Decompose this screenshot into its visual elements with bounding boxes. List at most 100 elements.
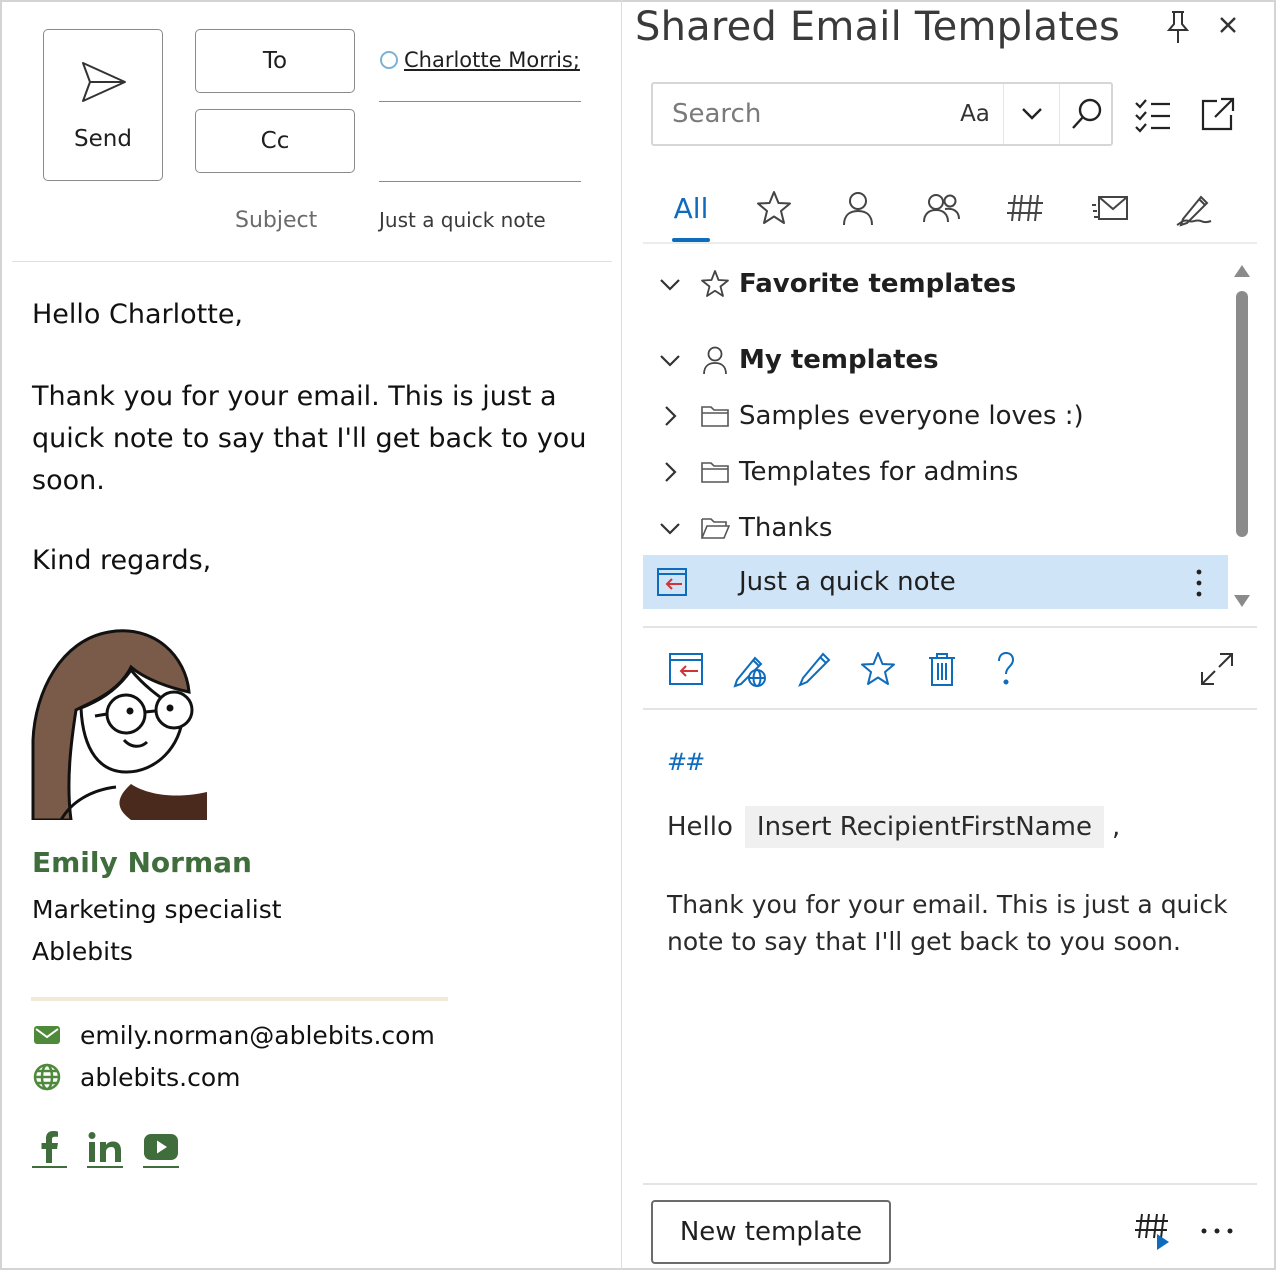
preview-hello: Hello — [667, 812, 733, 842]
signature-email-row[interactable]: emily.norman@ablebits.com — [32, 1020, 435, 1050]
signature-pen-icon — [1176, 195, 1212, 227]
search-button[interactable] — [1059, 84, 1113, 144]
send-icon — [82, 62, 126, 102]
preview-comma: , — [1111, 812, 1121, 842]
search-options-dropdown[interactable] — [1003, 84, 1059, 144]
avatar — [31, 626, 207, 820]
scroll-down-arrow-icon[interactable] — [1233, 594, 1251, 608]
templates-pane: Shared Email Templates Aa All — [623, 0, 1274, 1270]
globe-icon — [33, 1063, 61, 1091]
youtube-link[interactable] — [143, 1128, 179, 1168]
signature-company: Ablebits — [32, 937, 133, 966]
tree-my-templates-label: My templates — [739, 345, 939, 375]
signature-website[interactable]: ablebits.com — [80, 1063, 241, 1092]
tree-favorites-label: Favorite templates — [739, 269, 1017, 299]
close-icon[interactable] — [1217, 14, 1239, 36]
pane-title: Shared Email Templates — [635, 4, 1120, 50]
run-macro-icon[interactable] — [1133, 1210, 1173, 1250]
signature-email[interactable]: emily.norman@ablebits.com — [80, 1021, 435, 1050]
tree-scrollbar[interactable] — [1225, 258, 1259, 614]
to-field-underline — [379, 101, 581, 102]
folder-open-icon — [700, 518, 730, 539]
youtube-icon — [144, 1134, 178, 1160]
subject-field[interactable]: Just a quick note — [379, 208, 546, 232]
recipient-chip[interactable]: Charlotte Morris; — [380, 48, 580, 72]
person-icon — [843, 192, 873, 226]
chevron-right-icon — [665, 462, 677, 482]
header-divider — [12, 261, 612, 262]
body-greeting[interactable]: Hello Charlotte, — [32, 294, 243, 336]
template-tree: Favorite templates My templates Samples … — [643, 254, 1228, 614]
scroll-up-arrow-icon[interactable] — [1233, 264, 1251, 278]
match-case-toggle[interactable]: Aa — [947, 84, 1003, 144]
tree-folder-admins-label: Templates for admins — [739, 457, 1019, 487]
linkedin-link[interactable] — [87, 1128, 123, 1168]
signature-website-row[interactable]: ablebits.com — [32, 1062, 241, 1092]
facebook-link[interactable] — [32, 1128, 67, 1168]
email-icon — [34, 1026, 60, 1044]
footer-divider — [643, 1183, 1257, 1185]
tree-template-selected[interactable]: Just a quick note — [643, 555, 1228, 609]
more-vertical-icon[interactable] — [1189, 567, 1209, 599]
facebook-icon — [41, 1131, 58, 1163]
tree-folder-samples-label: Samples everyone loves :) — [739, 401, 1084, 431]
star-icon — [701, 270, 729, 297]
tree-my-templates[interactable]: My templates — [643, 333, 1228, 387]
tab-email-templates[interactable] — [1089, 174, 1131, 242]
tab-team-templates[interactable] — [921, 174, 963, 242]
tab-favorites[interactable] — [753, 174, 795, 242]
scroll-thumb[interactable] — [1236, 291, 1248, 537]
search-box: Aa — [651, 82, 1113, 146]
to-button[interactable]: To — [195, 29, 355, 93]
tree-folder-admins[interactable]: Templates for admins — [643, 445, 1228, 499]
tab-macros[interactable] — [1005, 174, 1047, 242]
tree-template-selected-label: Just a quick note — [739, 567, 956, 597]
subject-label: Subject — [235, 208, 318, 233]
open-in-window-icon[interactable] — [1197, 95, 1237, 135]
signature-name: Emily Norman — [32, 846, 252, 879]
tree-favorites[interactable]: Favorite templates — [643, 257, 1228, 311]
cc-button[interactable]: Cc — [195, 109, 355, 173]
new-template-button[interactable]: New template — [651, 1200, 891, 1264]
favorite-star-icon[interactable] — [859, 650, 897, 688]
macro-marker: ## — [667, 748, 705, 776]
cc-field-underline[interactable] — [379, 181, 581, 182]
body-paragraph[interactable]: Thank you for your email. This is just a… — [32, 376, 592, 502]
delete-trash-icon[interactable] — [923, 650, 961, 688]
pin-icon[interactable] — [1164, 10, 1192, 44]
body-regards[interactable]: Kind regards, — [32, 540, 211, 582]
tab-signatures[interactable] — [1173, 174, 1215, 242]
share-template-icon[interactable] — [731, 650, 769, 688]
template-actions-toolbar — [643, 626, 1257, 710]
search-icon — [1071, 98, 1101, 129]
tab-all[interactable]: All — [672, 174, 710, 242]
send-label: Send — [74, 126, 132, 152]
checklist-icon[interactable] — [1133, 95, 1173, 135]
tree-folder-thanks[interactable]: Thanks — [643, 501, 1228, 555]
search-input[interactable] — [653, 84, 947, 144]
edit-pencil-icon[interactable] — [795, 650, 833, 688]
chevron-down-icon — [660, 279, 680, 291]
chevron-down-icon — [660, 355, 680, 367]
more-horizontal-icon[interactable] — [1200, 1220, 1234, 1242]
help-question-icon[interactable] — [987, 650, 1025, 688]
folder-icon — [701, 406, 729, 427]
signature-title: Marketing specialist — [32, 895, 282, 924]
tab-my-templates[interactable] — [837, 174, 879, 242]
presence-icon — [380, 51, 398, 69]
tree-folder-thanks-label: Thanks — [739, 513, 833, 543]
tree-folder-samples[interactable]: Samples everyone loves :) — [643, 389, 1228, 443]
insert-template-icon — [657, 568, 687, 596]
macro-field-chip[interactable]: Insert RecipientFirstName — [744, 806, 1104, 848]
chevron-down-icon — [1021, 108, 1042, 120]
insert-template-icon[interactable] — [667, 650, 705, 688]
person-icon — [703, 346, 727, 375]
star-icon — [757, 191, 791, 224]
macro-hash-icon — [1007, 194, 1043, 222]
send-button[interactable]: Send — [43, 29, 163, 181]
expand-icon[interactable] — [1198, 650, 1236, 688]
preview-paragraph: Thank you for your email. This is just a… — [667, 890, 1228, 956]
folder-icon — [701, 462, 729, 483]
preview-hello-line: Hello Insert RecipientFirstName , — [667, 806, 1120, 848]
compose-pane: Send To Cc Charlotte Morris; Subject Jus… — [0, 0, 622, 1270]
